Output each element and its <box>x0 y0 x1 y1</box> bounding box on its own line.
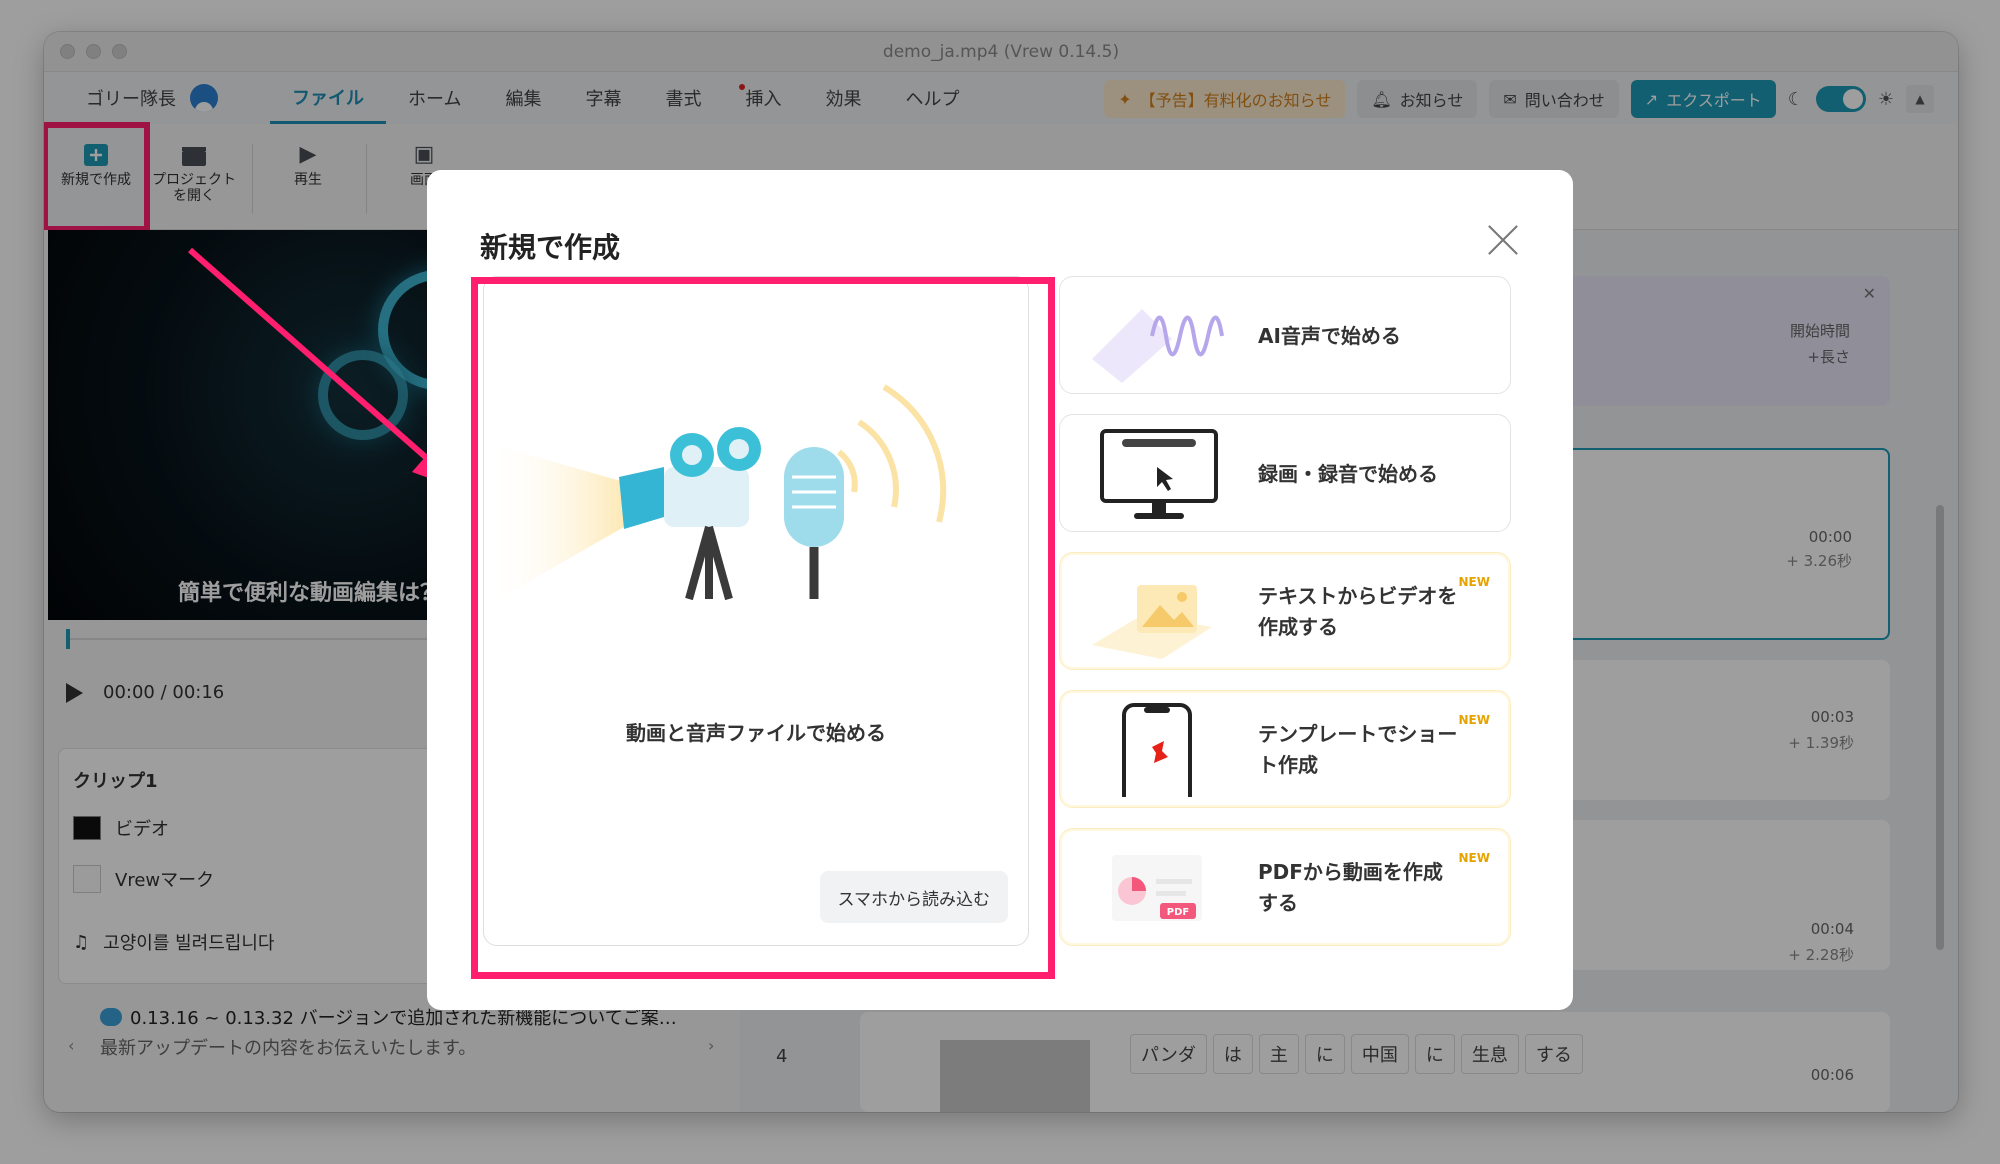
close-icon[interactable] <box>1485 222 1521 258</box>
option-ai-voice[interactable]: AI音声で始める <box>1059 276 1511 394</box>
monitor-icon <box>1100 429 1218 519</box>
new-badge: NEW <box>1458 575 1490 589</box>
option-template-short[interactable]: テンプレートでショート作成 NEW <box>1059 690 1511 808</box>
option-template-short-label: テンプレートでショート作成 <box>1258 722 1458 777</box>
option-ai-voice-label: AI音声で始める <box>1258 323 1401 348</box>
waveform-icon <box>1092 309 1224 383</box>
option-record-label: 録画・録音で始める <box>1258 461 1438 486</box>
new-badge: NEW <box>1458 851 1490 865</box>
pdf-doc-icon: PDF <box>1112 855 1202 921</box>
option-text-to-video[interactable]: テキストからビデオを作成する NEW <box>1059 552 1511 670</box>
new-badge: NEW <box>1458 713 1490 727</box>
option-text-to-video-label: テキストからビデオを作成する <box>1258 584 1458 639</box>
smartphone-icon <box>1122 703 1192 797</box>
dialog-title: 新規で作成 <box>480 231 621 264</box>
image-doc-icon <box>1092 585 1212 659</box>
pdf-badge: PDF <box>1167 907 1189 918</box>
option-record[interactable]: 録画・録音で始める <box>1059 414 1511 532</box>
highlight-frame <box>471 277 1055 979</box>
option-pdf-to-video[interactable]: PDF PDFから動画を作成する NEW <box>1059 828 1511 946</box>
option-pdf-to-video-label: PDFから動画を作成する <box>1258 860 1443 915</box>
